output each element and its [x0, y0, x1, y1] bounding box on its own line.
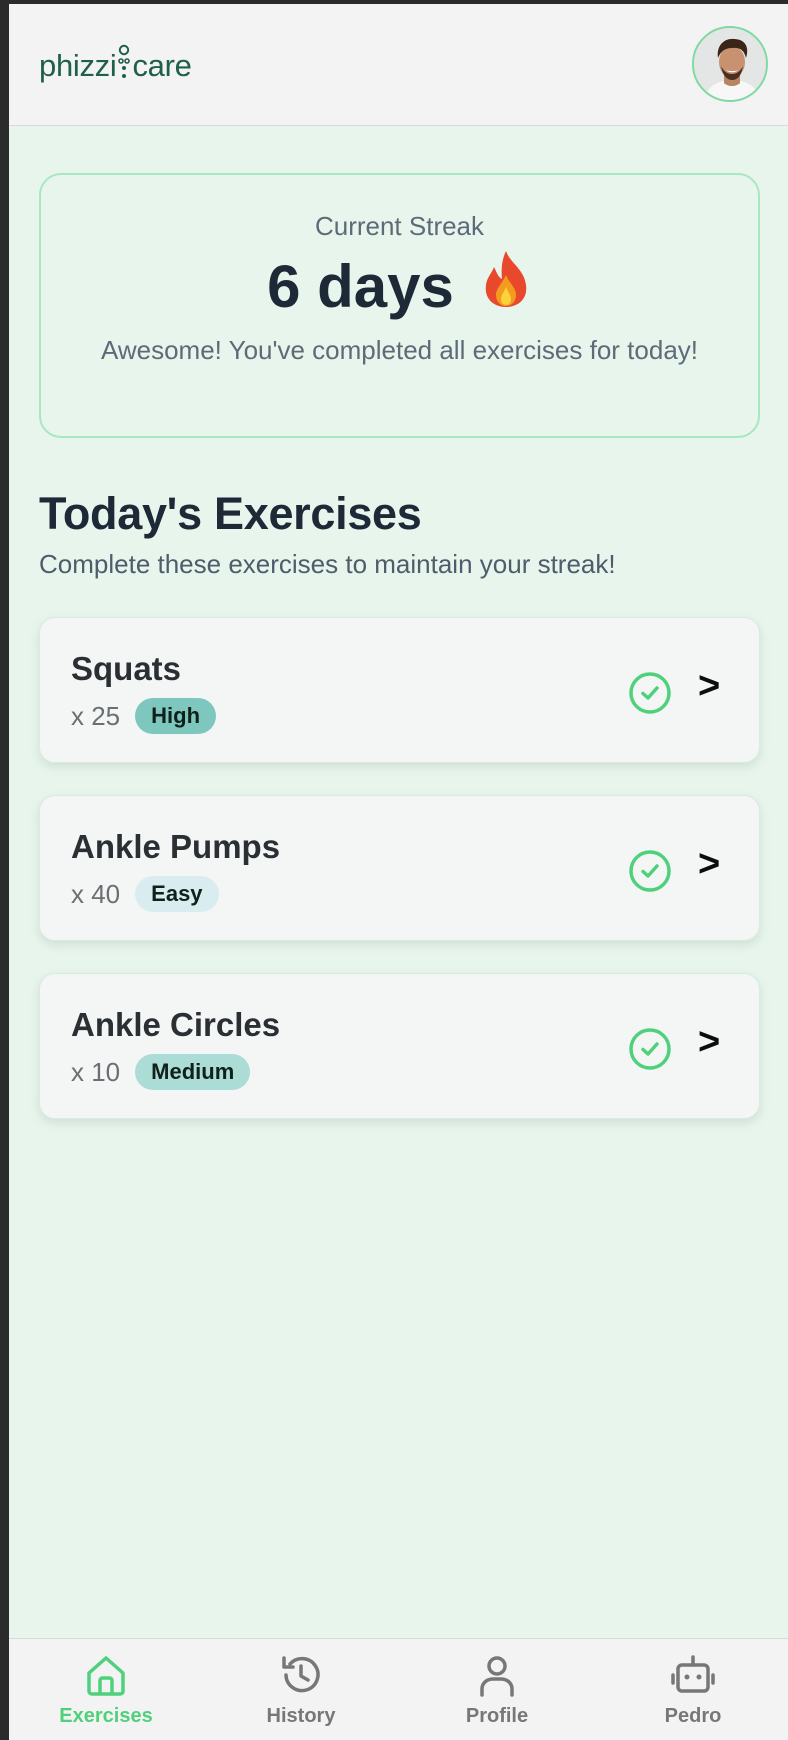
nav-item-pedro[interactable]: Pedro	[613, 1653, 773, 1735]
section-subtitle: Complete these exercises to maintain you…	[39, 549, 616, 579]
check-circle-icon	[629, 672, 671, 714]
exercise-meta: x 40 Easy	[71, 876, 219, 912]
nav-label: History	[266, 1705, 336, 1727]
app-screen: phizzi care Current Streak 6 days Awesom…	[9, 4, 788, 1740]
streak-message: Awesome! You've completed all exercises …	[100, 335, 699, 365]
exercise-name: Ankle Pumps	[71, 828, 281, 865]
profile-icon	[480, 1656, 514, 1697]
nav-label: Pedro	[664, 1705, 722, 1727]
history-icon	[282, 1656, 320, 1693]
logo-text-left: phizzi	[39, 48, 117, 83]
section-title: Today's Exercises	[39, 488, 422, 539]
exercise-card-squats[interactable]: Squats x 25 High >	[39, 617, 760, 763]
exercise-meta: x 25 High	[71, 698, 217, 734]
user-avatar-icon	[694, 28, 766, 100]
exercise-reps: x 25	[71, 700, 121, 731]
nav-label: Profile	[465, 1705, 529, 1727]
bottom-nav: Exercises History Profile Pedro	[9, 1638, 788, 1740]
nav-label: Exercises	[59, 1705, 153, 1727]
streak-card: Current Streak 6 days Awesome! You've co…	[39, 173, 760, 438]
chevron-right-icon[interactable]: >	[698, 665, 720, 708]
robot-icon	[671, 1655, 715, 1693]
home-icon	[87, 1656, 125, 1696]
nav-item-profile[interactable]: Profile	[417, 1653, 577, 1735]
difficulty-badge: Medium	[135, 1054, 251, 1090]
exercise-reps: x 10	[71, 1056, 121, 1087]
exercise-name: Squats	[71, 650, 182, 687]
exercise-meta: x 10 Medium	[71, 1054, 251, 1090]
fire-icon	[480, 249, 532, 323]
streak-label: Current Streak	[314, 211, 485, 241]
exercise-card-ankle-pumps[interactable]: Ankle Pumps x 40 Easy >	[39, 795, 760, 941]
avatar[interactable]	[692, 26, 768, 102]
logo-text-right: care	[132, 48, 192, 83]
top-header: phizzi care	[9, 4, 788, 126]
phizzicare-logo[interactable]: phizzi care	[39, 44, 192, 84]
difficulty-badge: Easy	[135, 876, 219, 912]
exercise-reps: x 40	[71, 878, 121, 909]
exercise-name: Ankle Circles	[71, 1006, 281, 1043]
exercise-card-ankle-circles[interactable]: Ankle Circles x 10 Medium >	[39, 973, 760, 1119]
difficulty-badge: High	[135, 698, 217, 734]
check-circle-icon	[629, 850, 671, 892]
nav-item-exercises[interactable]: Exercises	[26, 1653, 186, 1735]
nav-item-history[interactable]: History	[221, 1653, 381, 1735]
streak-value-row: 6 days	[41, 249, 758, 323]
logo-mark-icon	[117, 44, 131, 84]
check-circle-icon	[629, 1028, 671, 1070]
chevron-right-icon[interactable]: >	[698, 1021, 720, 1064]
streak-value: 6 days	[267, 252, 454, 320]
chevron-right-icon[interactable]: >	[698, 843, 720, 886]
